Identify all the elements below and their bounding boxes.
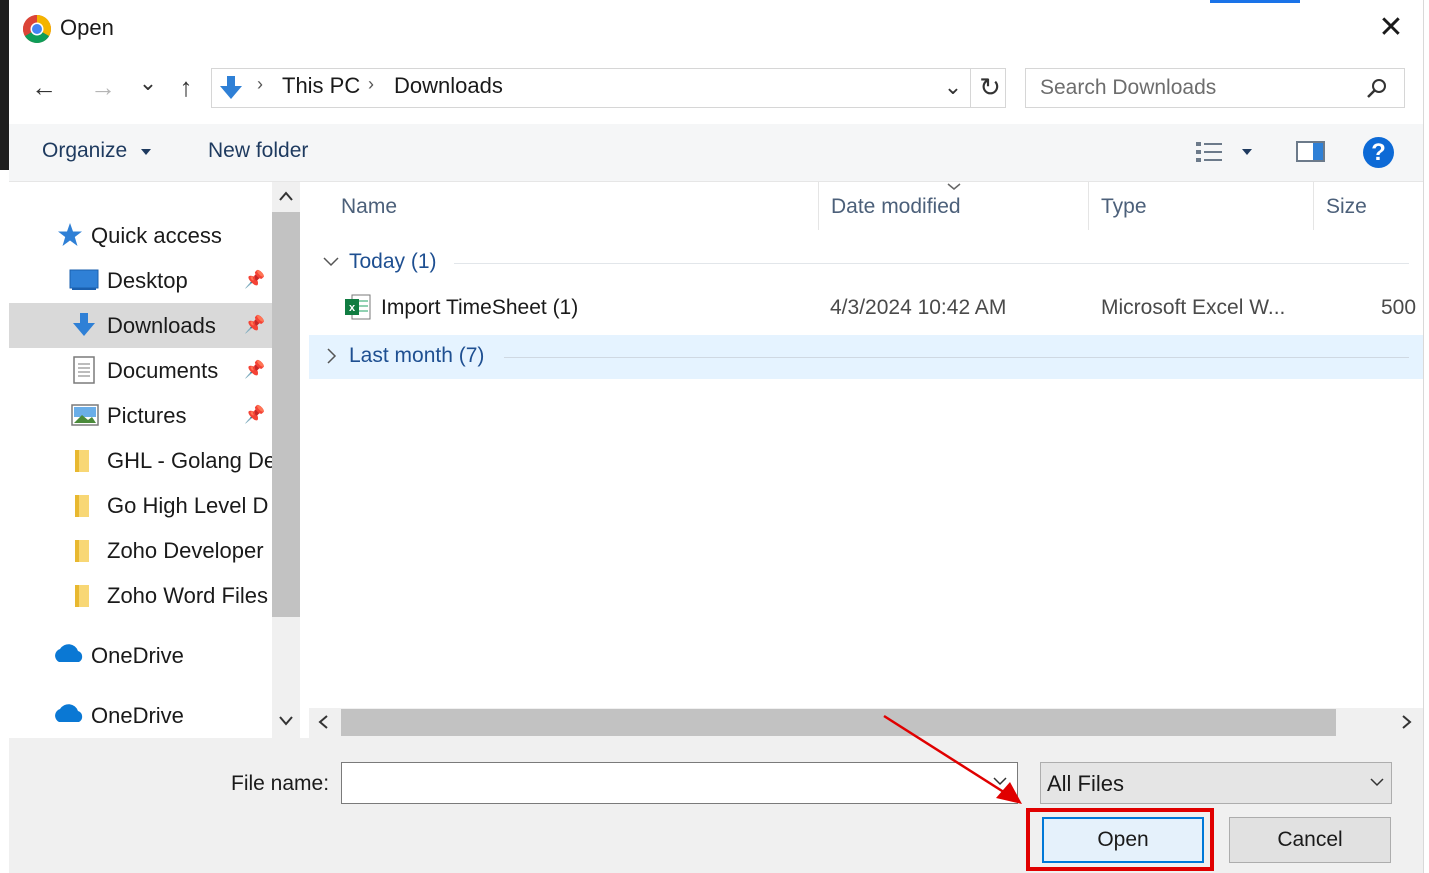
sidebar-item-onedrive[interactable]: OneDrive [91,703,184,729]
download-arrow-icon [73,313,95,336]
sidebar-item-pictures[interactable]: Pictures 📌 [9,393,272,438]
annotation-highlight-box [1026,808,1214,871]
file-type-cell: Microsoft Excel W... [1101,296,1286,319]
search-icon[interactable] [1366,78,1388,100]
cancel-button[interactable]: Cancel [1229,817,1391,863]
breadcrumb-separator: › [257,74,263,94]
sidebar-item-label: Zoho Developer [107,538,264,563]
chevron-down-icon[interactable] [322,256,340,268]
refresh-button[interactable]: ↻ [974,72,1006,108]
dialog-right-edge [1423,0,1429,873]
file-name-label: File name: [231,772,330,795]
sidebar-item-documents[interactable]: Documents 📌 [9,348,272,393]
file-list [309,182,1423,708]
scroll-right-icon[interactable] [1401,714,1413,730]
folder-icon [75,495,89,517]
open-file-dialog: Open ✕ ← → ⌄ ↑ › This PC › Downloads ⌄ ↻… [0,0,1429,873]
chevron-down-icon [1370,778,1384,787]
chrome-icon [23,15,51,43]
sidebar-item-label: Downloads [107,313,216,338]
scroll-down-icon[interactable] [278,715,294,727]
download-arrow-icon [220,76,242,99]
column-header-name[interactable]: Name [341,195,397,219]
annotation-arrow [883,714,1022,804]
column-divider[interactable] [818,182,819,230]
group-header-last-month[interactable]: Last month (7) [349,344,484,368]
document-icon [73,356,95,384]
star-icon [58,223,82,246]
pin-icon[interactable]: 📌 [244,270,265,290]
folder-icon [75,585,89,607]
file-type-filter-value: All Files [1047,771,1125,796]
sidebar-scroll-thumb[interactable] [272,212,300,617]
folder-icon [75,450,89,472]
sidebar-item-desktop[interactable]: Desktop 📌 [9,258,272,303]
excel-file-icon: x [345,294,371,320]
help-glyph: ? [1371,139,1386,166]
chevron-right-icon[interactable] [326,347,338,365]
sidebar-item-folder[interactable]: Go High Level D [9,483,272,528]
sidebar-item-label: Go High Level D [107,493,269,518]
horizontal-scroll-thumb[interactable] [341,709,1336,736]
column-header-size[interactable]: Size [1326,195,1367,219]
folder-icon [75,540,89,562]
quick-access-label[interactable]: Quick access [91,223,222,249]
scroll-left-icon[interactable] [317,714,329,730]
sort-indicator-icon [947,183,961,190]
sidebar-item-label: Desktop [107,268,188,293]
scroll-up-icon[interactable] [278,190,294,202]
sidebar-item-folder[interactable]: Zoho Word Files [9,573,272,618]
sidebar-item-label: Documents [107,358,219,383]
preview-pane-icon[interactable] [1296,140,1326,164]
sidebar-item-folder[interactable]: Zoho Developer [9,528,272,573]
sidebar-item-downloads[interactable]: Downloads 📌 [9,303,272,348]
view-options-caret-icon[interactable] [1241,148,1253,156]
sidebar-item-folder[interactable]: GHL - Golang De [9,438,272,483]
sidebar-item-onedrive[interactable]: OneDrive [91,643,184,669]
onedrive-icon [55,644,83,662]
pin-icon[interactable]: 📌 [244,360,265,380]
file-size-cell: 500 [1381,296,1417,319]
up-button[interactable]: ↑ [171,72,201,108]
address-divider [970,68,971,108]
column-divider[interactable] [1088,182,1089,230]
caret-down-icon [141,149,151,155]
pin-icon[interactable]: 📌 [244,315,265,335]
navigation-pane: Quick access Desktop 📌 Downloads 📌 Docum… [9,182,272,738]
column-header-date[interactable]: Date modified [831,195,961,219]
close-button[interactable]: ✕ [1374,10,1408,46]
sidebar-item-label: Zoho Word Files [107,583,268,608]
recent-locations-button[interactable]: ⌄ [136,70,160,106]
background-window-edge [0,0,9,170]
desktop-icon [69,269,99,290]
window-title: Open [60,15,114,40]
svg-text:x: x [349,302,356,314]
file-name-cell[interactable]: Import TimeSheet (1) [381,296,578,320]
group-header-today[interactable]: Today (1) [349,250,437,274]
address-dropdown-button[interactable]: ⌄ [938,74,968,104]
new-folder-button[interactable]: New folder [208,139,308,163]
file-date-cell: 4/3/2024 10:42 AM [830,296,1007,319]
breadcrumb-this-pc[interactable]: This PC [282,73,360,99]
forward-button[interactable]: → [87,72,119,108]
sidebar-item-label: Pictures [107,403,187,428]
details-view-icon[interactable] [1195,140,1223,164]
column-divider[interactable] [1313,182,1314,230]
group-divider [454,263,1409,264]
pictures-icon [71,404,99,426]
background-accent-strip [1210,0,1300,3]
sidebar-item-label: GHL - Golang De [107,448,272,473]
organize-button[interactable]: Organize [42,139,127,163]
search-placeholder: Search Downloads [1040,76,1217,99]
back-button[interactable]: ← [28,72,60,108]
breadcrumb-downloads[interactable]: Downloads [394,73,503,99]
breadcrumb-separator: › [368,74,374,94]
onedrive-icon [55,704,83,722]
pin-icon[interactable]: 📌 [244,405,265,425]
column-header-type[interactable]: Type [1101,195,1147,219]
group-divider [504,357,1409,358]
